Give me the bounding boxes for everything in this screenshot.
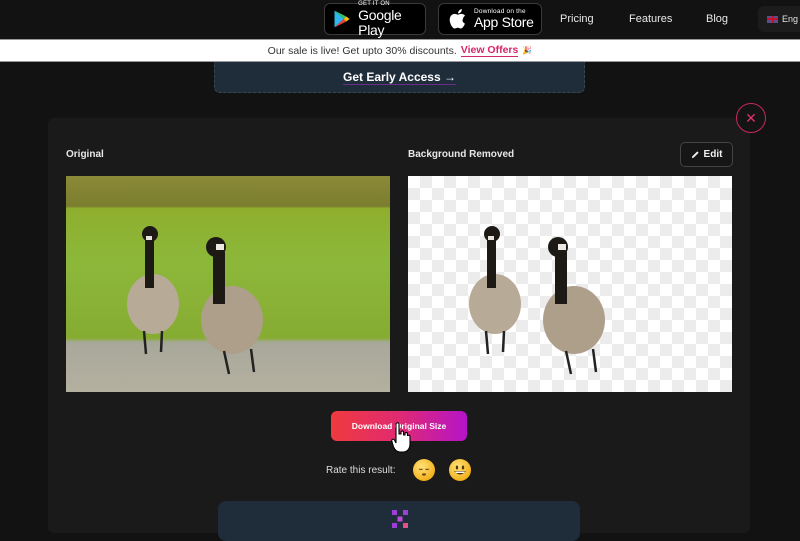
background-removed-image[interactable] bbox=[408, 176, 732, 392]
close-button[interactable]: ✕ bbox=[736, 103, 766, 133]
goose-left-cutout bbox=[469, 226, 521, 355]
brand-logo-icon bbox=[392, 510, 408, 528]
app-store-big: App Store bbox=[474, 14, 534, 30]
rate-label: Rate this result: bbox=[326, 465, 396, 476]
sad-face-rating-icon[interactable] bbox=[413, 459, 435, 481]
uk-flag-icon bbox=[767, 15, 778, 23]
original-image bbox=[66, 176, 390, 392]
goose-right bbox=[201, 237, 263, 375]
nav-blog[interactable]: Blog bbox=[706, 13, 728, 25]
original-label: Original bbox=[66, 149, 104, 160]
pencil-icon bbox=[691, 151, 699, 159]
apple-icon bbox=[449, 9, 466, 29]
google-play-icon bbox=[334, 10, 350, 28]
happy-face-rating-icon[interactable] bbox=[449, 459, 471, 481]
get-early-access-button[interactable]: Get Early Access → bbox=[214, 62, 585, 93]
goose-left bbox=[127, 226, 179, 355]
sale-banner: Our sale is live! Get upto 30% discounts… bbox=[0, 39, 800, 62]
edit-button[interactable]: Edit bbox=[680, 142, 733, 167]
party-icon: 🎉 bbox=[522, 46, 533, 55]
early-access-label: Get Early Access → bbox=[343, 69, 456, 85]
language-selector[interactable]: Eng bbox=[758, 6, 800, 32]
app-store-button[interactable]: Download on the App Store bbox=[438, 3, 542, 35]
close-icon: ✕ bbox=[745, 109, 757, 126]
goose-right-cutout bbox=[543, 237, 605, 375]
hand-pointer-cursor-icon bbox=[391, 422, 411, 453]
nav-features[interactable]: Features bbox=[629, 13, 672, 25]
background-removed-label: Background Removed bbox=[408, 149, 515, 160]
top-navbar: GET IT ON Google Play Download on the Ap… bbox=[0, 0, 800, 39]
google-play-big: Google Play bbox=[358, 6, 402, 38]
edit-label: Edit bbox=[703, 149, 723, 160]
nav-pricing[interactable]: Pricing bbox=[560, 13, 594, 25]
language-label: Eng bbox=[782, 14, 799, 24]
view-offers-link[interactable]: View Offers bbox=[460, 44, 519, 57]
google-play-button[interactable]: GET IT ON Google Play bbox=[324, 1, 426, 38]
sale-text: Our sale is live! Get upto 30% discounts… bbox=[267, 44, 457, 57]
